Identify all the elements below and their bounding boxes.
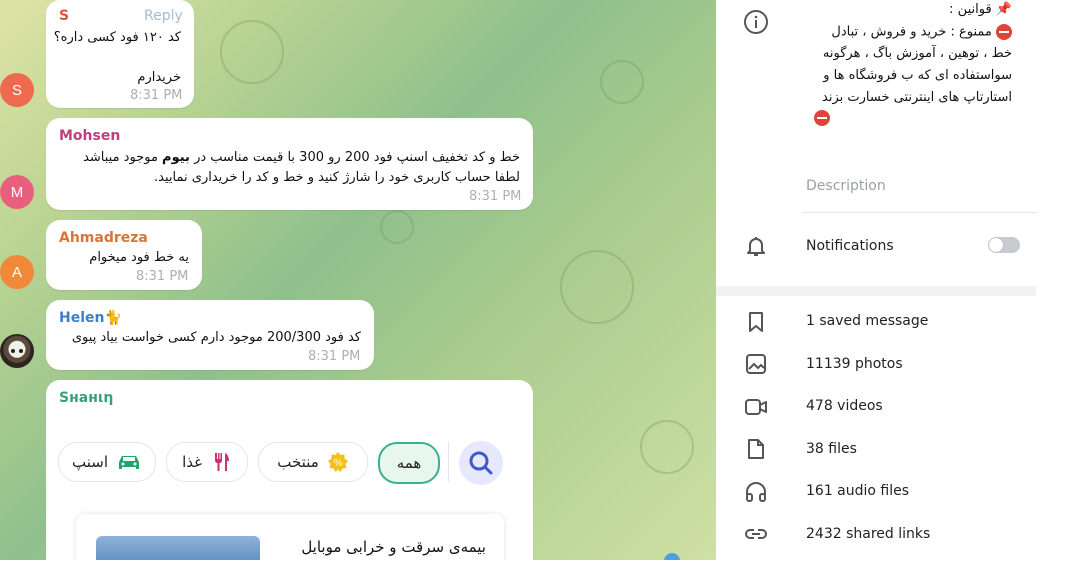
chat-area: S Reply کد ۱۲۰ فود کسی داره؟ خریدارم 8:3… bbox=[0, 0, 716, 560]
no-entry-icon bbox=[814, 110, 830, 126]
media-row-photos[interactable]: 11139 photos bbox=[806, 356, 903, 372]
svg-text:%: % bbox=[333, 458, 343, 469]
toggle-knob bbox=[989, 238, 1003, 252]
rules-line bbox=[814, 110, 830, 126]
media-row-videos[interactable]: 478 videos bbox=[806, 398, 883, 414]
info-glyph bbox=[754, 15, 758, 28]
rules-title-line: 📌 قوانین : bbox=[949, 2, 1012, 17]
chip-label: اسنپ bbox=[72, 453, 108, 471]
search-button[interactable] bbox=[459, 441, 503, 485]
chip-food[interactable]: غذا bbox=[166, 442, 248, 482]
avatar[interactable]: M bbox=[0, 175, 34, 209]
message-text-part: موجود میباشد bbox=[83, 150, 158, 165]
sender-name[interactable]: S bbox=[59, 8, 69, 24]
chip-all[interactable]: همه bbox=[378, 442, 440, 484]
message-time: 8:31 PM bbox=[136, 269, 189, 284]
video-icon bbox=[745, 399, 767, 415]
product-title: بیمه‌ی سرقت و خرابی موبایل bbox=[301, 538, 486, 556]
message-text: کد فود 200/300 موجود دارم کسی خواست بیاد… bbox=[71, 330, 361, 345]
chip-label: غذا bbox=[182, 453, 202, 471]
info-panel: 📌 قوانین : ممنوع : خرید و فروش ، تبادل خ… bbox=[716, 0, 1036, 560]
message-bubble[interactable]: Ahmadreza یه خط فود میخوام 8:31 PM bbox=[46, 220, 202, 290]
photo-icon bbox=[746, 354, 766, 374]
product-card[interactable]: بیمه‌ی سرقت و خرابی موبایل bbox=[76, 514, 504, 560]
message-text: خط و کد تخفیف اسنپ فود 200 رو 300 با قیم… bbox=[83, 150, 520, 165]
fork-knife-icon bbox=[214, 453, 229, 471]
link-icon bbox=[745, 529, 767, 539]
background-doodle bbox=[380, 210, 414, 244]
divider bbox=[448, 442, 449, 482]
avatar[interactable]: A bbox=[0, 255, 34, 289]
sender-name[interactable]: Helen🐈 bbox=[59, 310, 122, 326]
avatar[interactable]: S bbox=[0, 73, 34, 107]
message-text: خریدارم bbox=[137, 70, 181, 85]
rules-line: استارتاپ های اینترنتی خسارت بزند bbox=[822, 90, 1012, 105]
message-text-bold: بیوم bbox=[162, 150, 190, 165]
bookmark-icon bbox=[749, 312, 763, 332]
message-text: لطفا حساب کاربری خود را شارژ کنید و خط و… bbox=[154, 170, 520, 185]
bell-icon bbox=[747, 237, 765, 256]
sender-name[interactable]: Sнанιη bbox=[59, 390, 113, 406]
message-time: 8:31 PM bbox=[130, 88, 183, 103]
chip-featured[interactable]: % منتخب bbox=[258, 442, 368, 482]
rules-line: سواستفاده ای که ب فروشگاه ها و bbox=[823, 68, 1012, 83]
message-bubble[interactable]: Helen🐈 کد فود 200/300 موجود دارم کسی خوا… bbox=[46, 300, 374, 370]
avatar[interactable] bbox=[0, 334, 34, 368]
headphones-icon bbox=[746, 482, 766, 502]
message-time: 8:31 PM bbox=[308, 349, 361, 364]
chip-label: همه bbox=[396, 454, 422, 472]
cat-photo-icon bbox=[11, 349, 23, 353]
message-time: 8:31 PM bbox=[469, 189, 522, 204]
rules-text: ممنوع : خرید و فروش ، تبادل bbox=[831, 24, 992, 40]
background-doodle bbox=[640, 420, 694, 474]
message-text: کد ۱۲۰ فود کسی داره؟ bbox=[53, 30, 181, 45]
product-image bbox=[96, 536, 260, 560]
message-text-part: خط و کد تخفیف اسنپ فود 200 رو 300 با قیم… bbox=[194, 150, 520, 165]
notifications-toggle[interactable] bbox=[988, 237, 1020, 253]
rules-line: خط ، توهین ، آموزش باگ ، هرگونه bbox=[822, 46, 1012, 61]
pin-icon: 📌 bbox=[995, 2, 1012, 17]
search-icon bbox=[469, 451, 493, 475]
media-row-files[interactable]: 38 files bbox=[806, 441, 857, 457]
scroll-down-button[interactable] bbox=[664, 553, 680, 560]
media-row-saved[interactable]: 1 saved message bbox=[806, 313, 928, 329]
message-bubble[interactable]: S Reply کد ۱۲۰ فود کسی داره؟ خریدارم 8:3… bbox=[46, 0, 194, 108]
media-row-links[interactable]: 2432 shared links bbox=[806, 526, 930, 542]
message-bubble[interactable]: Mohsen خط و کد تخفیف اسنپ فود 200 رو 300… bbox=[46, 118, 533, 210]
description-field[interactable]: Description bbox=[806, 178, 886, 194]
divider bbox=[802, 212, 1036, 213]
no-entry-icon bbox=[996, 24, 1012, 40]
rules-title: قوانین : bbox=[949, 2, 992, 17]
info-icon bbox=[744, 10, 768, 34]
sender-name[interactable]: Mohsen bbox=[59, 128, 120, 144]
media-row-audio[interactable]: 161 audio files bbox=[806, 483, 909, 499]
background-doodle bbox=[220, 20, 284, 84]
car-icon bbox=[119, 456, 139, 469]
file-icon bbox=[748, 439, 764, 459]
reply-button[interactable]: Reply bbox=[144, 8, 183, 24]
sender-name[interactable]: Ahmadreza bbox=[59, 230, 148, 246]
message-text: یه خط فود میخوام bbox=[89, 250, 189, 265]
chip-label: منتخب bbox=[277, 453, 319, 471]
background-doodle bbox=[600, 60, 644, 104]
notifications-label[interactable]: Notifications bbox=[806, 238, 894, 254]
chip-snapp[interactable]: اسنپ bbox=[58, 442, 156, 482]
discount-badge-icon: % bbox=[327, 452, 348, 472]
background-doodle bbox=[560, 250, 634, 324]
section-separator bbox=[716, 286, 1036, 296]
rules-line: ممنوع : خرید و فروش ، تبادل bbox=[831, 24, 1012, 40]
